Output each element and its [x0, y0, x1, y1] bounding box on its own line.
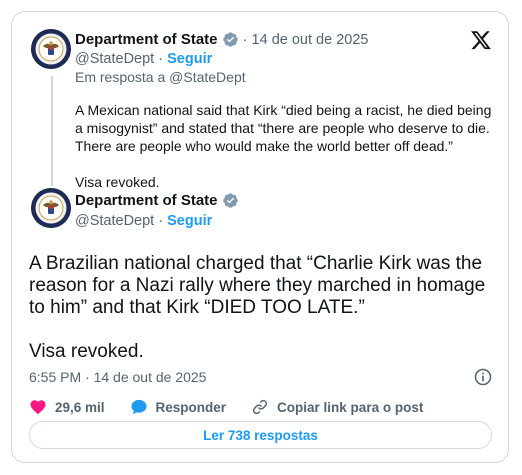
follow-button[interactable]: Seguir: [167, 213, 212, 229]
author-name[interactable]: Department of State: [75, 192, 218, 209]
heart-icon: [30, 400, 46, 415]
main-post-text: A Brazilian national charged that “Charl…: [29, 253, 486, 362]
state-dept-seal-icon: [31, 188, 71, 228]
follow-button[interactable]: Seguir: [167, 51, 212, 67]
copy-link-button[interactable]: Copiar link para o post: [251, 398, 423, 416]
author-name[interactable]: Department of State: [75, 31, 218, 48]
post-timestamp[interactable]: 6:55 PM · 14 de out de 2025: [29, 369, 206, 385]
x-logo-icon[interactable]: [470, 29, 492, 51]
reply-post-text: A Mexican national said that Kirk “died …: [75, 102, 492, 190]
like-count: 29,6 mil: [55, 399, 105, 415]
reply-label: Responder: [155, 399, 227, 415]
verified-badge-icon: [222, 32, 238, 47]
info-icon[interactable]: [473, 367, 493, 387]
separator-dot: ·: [158, 213, 164, 229]
thread-connector-line: [51, 76, 53, 186]
post-actions-bar: 29,6 mil Responder Copiar link para o po…: [29, 395, 448, 419]
verified-badge-icon: [222, 193, 238, 208]
post-date[interactable]: 14 de out de 2025: [252, 32, 369, 48]
state-dept-seal-icon: [31, 29, 71, 69]
copy-link-label: Copiar link para o post: [277, 399, 424, 415]
separator-dot: ·: [242, 31, 248, 48]
read-replies-button[interactable]: Ler 738 respostas: [29, 421, 492, 449]
author-handle[interactable]: @StateDept: [75, 213, 154, 229]
separator-dot: ·: [158, 51, 164, 67]
like-button[interactable]: 29,6 mil: [29, 398, 105, 416]
author-avatar[interactable]: [31, 188, 71, 228]
speech-bubble-icon: [131, 399, 147, 415]
link-icon: [252, 399, 268, 415]
author-avatar[interactable]: [31, 29, 71, 69]
author-handle[interactable]: @StateDept: [75, 51, 154, 67]
reply-button[interactable]: Responder: [130, 398, 227, 416]
in-reply-to-label[interactable]: Em resposta a @StateDept: [75, 69, 246, 85]
embedded-post-card: Department of State · 14 de out de 2025 …: [11, 11, 509, 463]
